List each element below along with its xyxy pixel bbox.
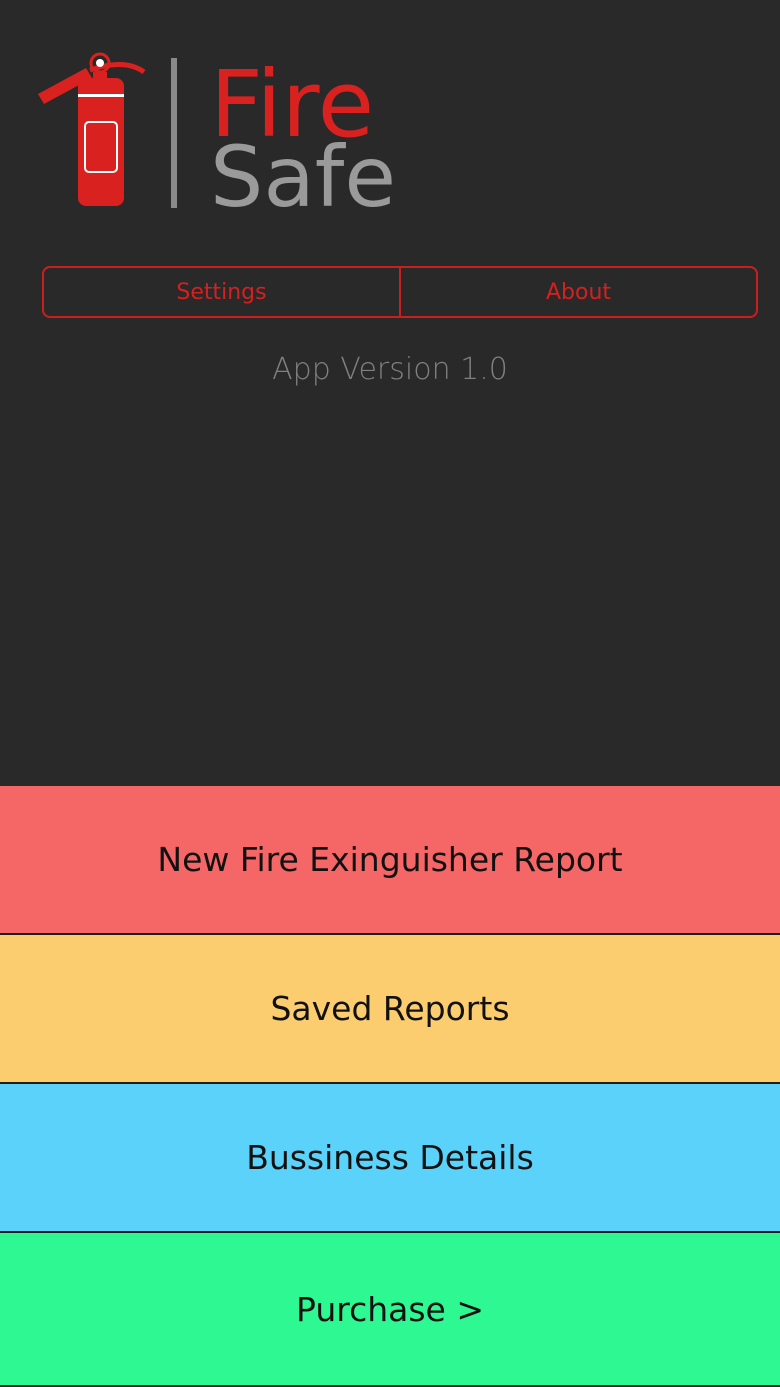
logo-word-bottom: Safe: [210, 128, 396, 215]
saved-reports-button[interactable]: Saved Reports: [0, 935, 780, 1084]
main-menu: New Fire Exinguisher Report Saved Report…: [0, 786, 780, 1387]
new-report-button[interactable]: New Fire Exinguisher Report: [0, 786, 780, 935]
settings-segment[interactable]: Settings: [44, 268, 399, 316]
fire-safe-logo: Fire Safe: [30, 50, 510, 215]
home-screen: Fire Safe Settings About App Version 1.0…: [0, 0, 780, 1387]
purchase-button[interactable]: Purchase >: [0, 1233, 780, 1385]
business-details-button[interactable]: Bussiness Details: [0, 1084, 780, 1233]
about-segment[interactable]: About: [399, 268, 756, 316]
app-version-label: App Version 1.0: [272, 352, 508, 387]
settings-about-segmented-control: Settings About: [42, 266, 758, 318]
fire-extinguisher-icon: Fire Safe: [38, 51, 396, 215]
